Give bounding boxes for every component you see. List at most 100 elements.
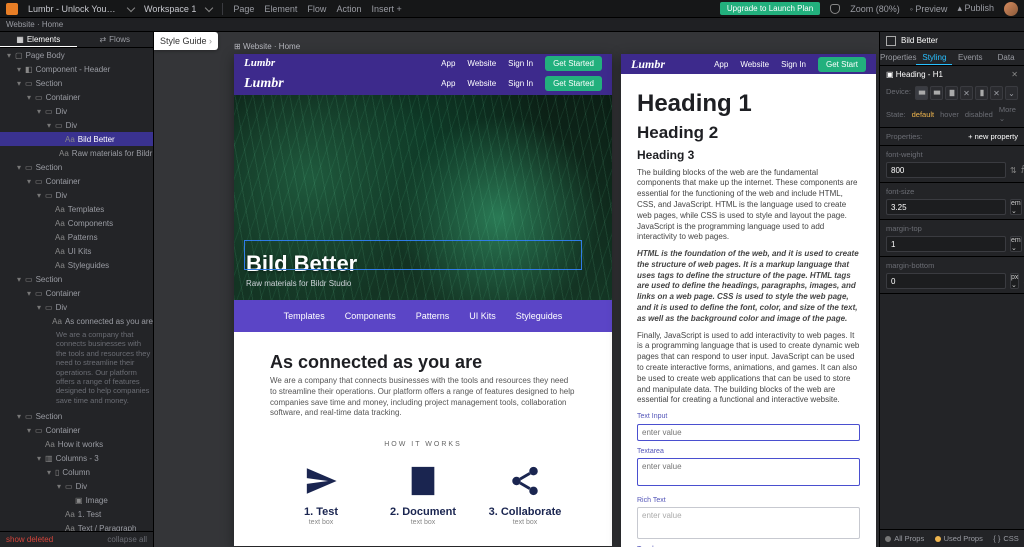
device-tablet-x[interactable]: ✕ — [960, 86, 973, 100]
chevron-down-icon[interactable] — [205, 3, 213, 11]
state-hover[interactable]: hover — [940, 110, 959, 119]
tree-row[interactable]: Aa Styleguides — [0, 258, 153, 272]
show-deleted-button[interactable]: show deleted — [6, 535, 53, 544]
close-icon[interactable]: ✕ — [1011, 70, 1018, 79]
hero-subtitle[interactable]: Raw materials for Bildr Studio — [246, 279, 357, 288]
how-heading[interactable]: HOW IT WORKS — [270, 441, 576, 448]
nav2-signin[interactable]: Sign In — [781, 60, 806, 69]
nav-website[interactable]: Website — [467, 79, 496, 88]
paragraph-1[interactable]: The building blocks of the web are the f… — [637, 168, 860, 244]
heading-2[interactable]: Heading 2 — [637, 122, 860, 145]
nav2-website[interactable]: Website — [740, 60, 769, 69]
textarea-input[interactable] — [637, 458, 860, 486]
paragraph-2[interactable]: HTML is the foundation of the web, and i… — [637, 249, 860, 325]
tree-row[interactable]: ▾▭ Section — [0, 272, 153, 286]
tree-row[interactable]: Aa Raw materials for Bildr Studio — [0, 146, 153, 160]
footer-used-props[interactable]: Used Props — [935, 534, 983, 543]
nav-signin-mini[interactable]: Sign In — [508, 59, 533, 68]
tree-row[interactable]: ▾▭ Section — [0, 160, 153, 174]
state-disabled[interactable]: disabled — [965, 110, 993, 119]
nav-app-mini[interactable]: App — [441, 59, 455, 68]
bell-icon[interactable] — [830, 4, 840, 14]
new-property-button[interactable]: new property — [968, 132, 1018, 141]
section-title[interactable]: As connected as you are — [270, 352, 576, 373]
menu-action[interactable]: Action — [336, 4, 361, 14]
canvas[interactable]: Style Guide › ⊞ Website · Home Lumbr App… — [154, 32, 879, 547]
hero[interactable]: Bild Better Raw materials for Bildr Stud… — [234, 95, 612, 300]
tree-row[interactable]: ▾▭ Section — [0, 76, 153, 90]
tree-row[interactable]: Aa 1. Test — [0, 507, 153, 521]
text-input[interactable] — [637, 424, 860, 441]
cta2[interactable]: Get Start — [818, 57, 866, 72]
prop-input[interactable] — [886, 236, 1006, 252]
publish-button[interactable]: ▴ Publish — [957, 3, 994, 14]
subnav-templates[interactable]: Templates — [284, 311, 325, 321]
prop-unit[interactable]: em ⌄ — [1010, 236, 1022, 252]
tree-row[interactable]: ▾▢ Page Body — [0, 48, 153, 62]
prop-input[interactable] — [886, 162, 1006, 178]
collapse-all-button[interactable]: collapse all — [107, 535, 147, 544]
col-collaborate[interactable]: 3. Collaboratetext box — [474, 464, 576, 526]
menu-page[interactable]: Page — [233, 4, 254, 14]
footer-all-props[interactable]: All Props — [885, 534, 924, 543]
cta-button[interactable]: Get Started — [545, 76, 602, 91]
artboard-styleguide[interactable]: Lumbr App Website Sign In Get Start Head… — [621, 54, 876, 547]
tree-row[interactable]: ▾▭ Container — [0, 174, 153, 188]
chevron-down-icon[interactable] — [127, 3, 135, 11]
preview-button[interactable]: ◦ Preview — [910, 4, 948, 14]
app-logo[interactable] — [6, 3, 18, 15]
tree-row[interactable]: ▾▭ Container — [0, 90, 153, 104]
tree-row[interactable]: ▾▭ Div — [0, 300, 153, 314]
subnav-uikits[interactable]: UI Kits — [469, 311, 496, 321]
subnav-components[interactable]: Components — [345, 311, 396, 321]
section-body[interactable]: We are a company that connects businesse… — [270, 376, 576, 419]
device-mobile[interactable] — [975, 86, 988, 100]
tree-row[interactable]: ▾▭ Div — [0, 188, 153, 202]
tree-row[interactable]: ▾▭ Div — [0, 104, 153, 118]
tree-row[interactable]: ▣ Image — [0, 493, 153, 507]
richtext-input[interactable]: enter value — [637, 507, 860, 539]
tree-row[interactable]: Aa How it works — [0, 437, 153, 451]
device-laptop[interactable] — [930, 86, 943, 100]
cta-mini[interactable]: Get Started — [545, 56, 602, 71]
tree-row[interactable]: Aa Bild Better — [0, 132, 153, 146]
menu-element[interactable]: Element — [264, 4, 297, 14]
artboard-crumb[interactable]: ⊞ Website · Home — [234, 42, 300, 51]
menu-flow[interactable]: Flow — [307, 4, 326, 14]
tab-data[interactable]: Data — [988, 50, 1024, 65]
menu-insert[interactable]: Insert + — [371, 4, 401, 14]
artboard-main[interactable]: ⊞ Website · Home Lumbr App Website Sign … — [234, 54, 612, 546]
prop-unit[interactable]: px ⌄ — [1010, 273, 1019, 289]
tree-row[interactable]: ▾▭ Container — [0, 286, 153, 300]
tree-row[interactable]: ▾▭ Div — [0, 118, 153, 132]
tree-row[interactable]: Aa UI Kits — [0, 244, 153, 258]
tree-row[interactable]: ▾▭ Div — [0, 479, 153, 493]
paragraph-3[interactable]: Finally, JavaScript is used to add inter… — [637, 331, 860, 407]
heading-3[interactable]: Heading 3 — [637, 147, 860, 163]
nav-website-mini[interactable]: Website — [467, 59, 496, 68]
prop-unit[interactable]: em ⌄ — [1010, 199, 1022, 215]
device-more[interactable]: ⌄ — [1005, 86, 1018, 100]
tree-row[interactable]: ▾▯ Column — [0, 465, 153, 479]
tree-row[interactable]: Aa Patterns — [0, 230, 153, 244]
subnav-styleguides[interactable]: Styleguides — [516, 311, 563, 321]
col-document[interactable]: 2. Documenttext box — [372, 464, 474, 526]
tree-row[interactable]: Aa Components — [0, 216, 153, 230]
tree-row[interactable]: ▾◧ Component - Header — [0, 62, 153, 76]
nav-signin[interactable]: Sign In — [508, 79, 533, 88]
upgrade-button[interactable]: Upgrade to Launch Plan — [720, 2, 820, 15]
tree-row[interactable]: ▾▭ Container — [0, 423, 153, 437]
tab-styling[interactable]: Styling — [916, 50, 952, 65]
state-default[interactable]: default — [912, 110, 935, 119]
prop-input[interactable] — [886, 199, 1006, 215]
tab-elements[interactable]: ▦ Elements — [0, 32, 77, 47]
section-connected[interactable]: As connected as you are We are a company… — [234, 332, 612, 546]
tree-row[interactable]: Aa Templates — [0, 202, 153, 216]
prop-input[interactable] — [886, 273, 1006, 289]
heading-1[interactable]: Heading 1 — [637, 88, 860, 120]
col-test[interactable]: 1. Testtext box — [270, 464, 372, 526]
tab-flows[interactable]: ⇄ Flows — [77, 32, 154, 47]
tree-row[interactable]: ▾▥ Columns - 3 — [0, 451, 153, 465]
hero-title[interactable]: Bild Better — [246, 251, 357, 277]
project-title[interactable]: Lumbr - Unlock Your Potenti… — [28, 4, 118, 14]
